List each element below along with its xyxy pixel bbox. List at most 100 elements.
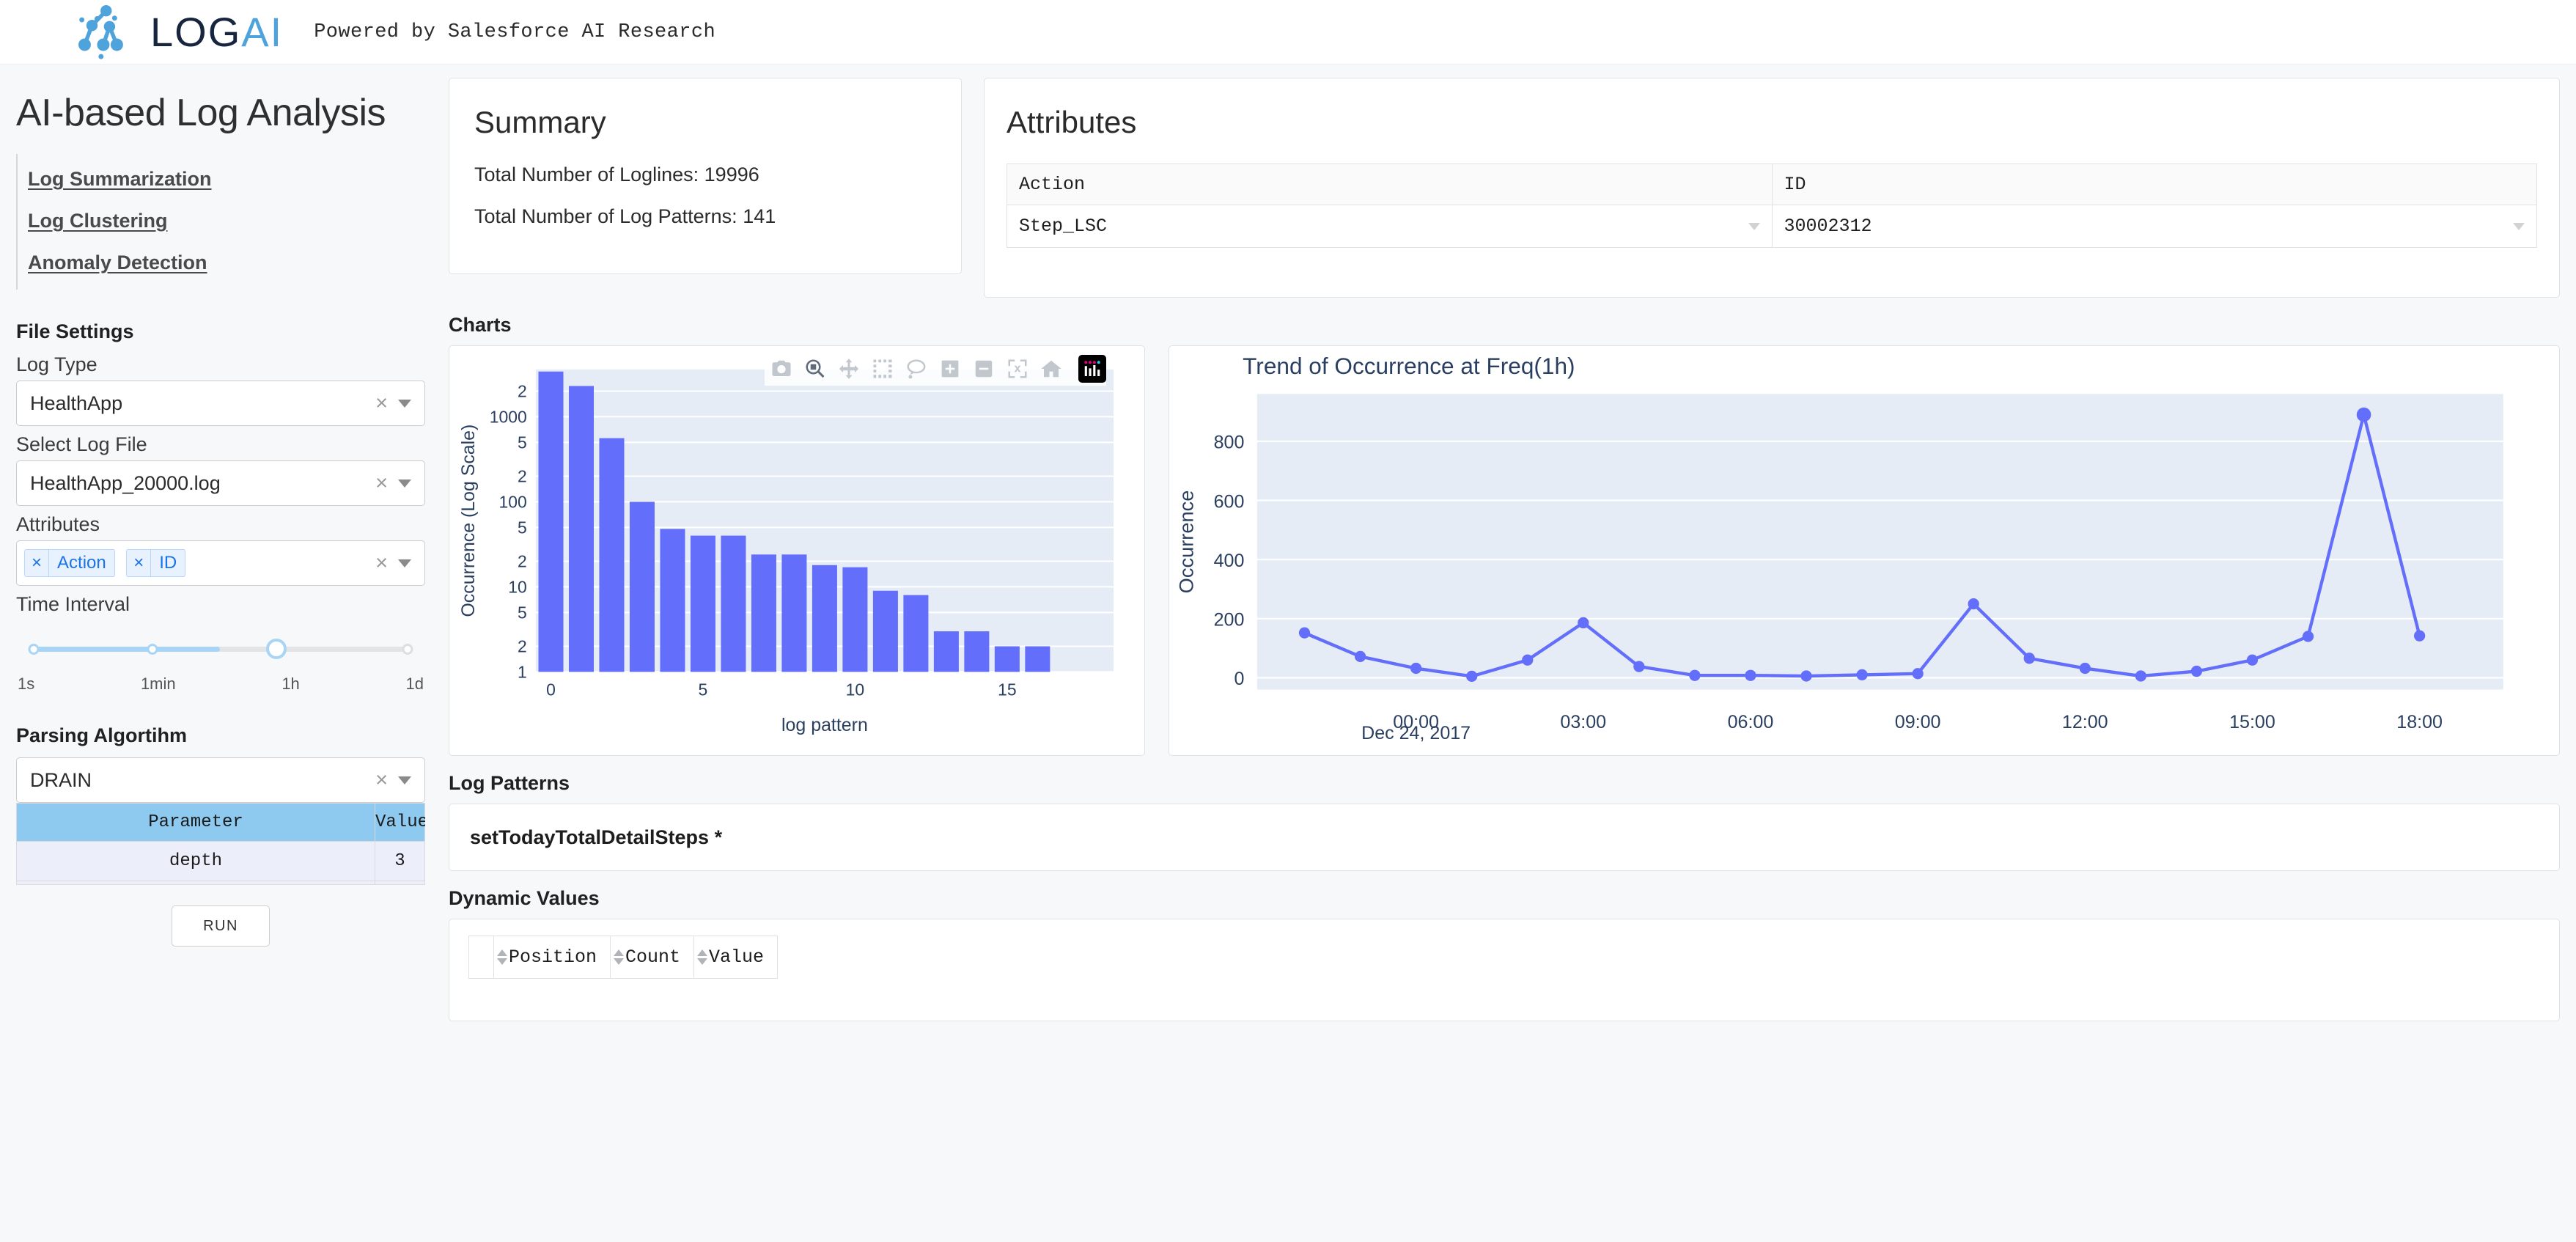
data-point[interactable] [2080,663,2091,674]
zoom-out-icon[interactable] [967,352,1001,386]
zoom-select-icon[interactable] [798,352,832,386]
remove-tag-icon[interactable]: × [127,550,151,576]
data-point[interactable] [1522,655,1533,666]
plotly-modebar[interactable] [765,352,1106,386]
attribute-id-dropdown[interactable]: 30002312 [1772,205,2537,248]
trend-line-chart[interactable]: 0200400600800 00:0003:0006:0009:0012:001… [1169,346,2559,756]
data-point[interactable] [1299,628,1310,639]
column-header-position[interactable]: Position [494,936,611,979]
chevron-down-icon[interactable] [2513,223,2525,230]
chevron-down-icon[interactable] [398,559,411,567]
line-x-tick: 18:00 [2396,712,2443,732]
home-icon[interactable] [1034,352,1068,386]
bar[interactable] [630,501,655,672]
bar[interactable] [873,591,898,672]
chevron-down-icon[interactable] [398,479,411,488]
logo-text-ai: AI [241,8,283,56]
column-header-value: Value [375,804,425,842]
clear-icon[interactable]: × [371,551,398,576]
data-point[interactable] [2414,631,2425,642]
remove-tag-icon[interactable]: × [25,550,49,576]
data-point[interactable] [2191,666,2202,677]
bar[interactable] [842,567,867,672]
bar-y-tick: 5 [518,603,527,622]
box-select-icon[interactable] [866,352,899,386]
attribute-tag[interactable]: × Action [24,549,115,577]
data-point[interactable] [1856,669,1867,680]
sort-icon[interactable] [497,949,507,965]
data-point[interactable] [1410,663,1421,674]
data-point[interactable] [2357,408,2371,422]
attribute-action-dropdown[interactable]: Step_LSC [1007,205,1773,248]
bar[interactable] [995,646,1020,672]
bar[interactable] [934,631,959,672]
data-point[interactable] [1745,670,1756,681]
clear-icon[interactable]: × [371,392,398,416]
clear-icon[interactable]: × [371,768,398,793]
column-header-count[interactable]: Count [611,936,694,979]
data-point[interactable] [1689,670,1700,681]
bar[interactable] [964,631,989,672]
sort-icon[interactable] [697,949,707,965]
attribute-tags: × Action × ID [24,549,371,577]
sort-icon[interactable] [614,949,624,965]
run-button[interactable]: RUN [172,905,270,947]
log-type-select[interactable]: HealthApp × [16,381,425,426]
data-point[interactable] [1800,670,1811,681]
slider-tick-labels: 1s 1min 1h 1d [18,675,424,694]
bar[interactable] [691,536,715,672]
bar[interactable] [1025,646,1050,672]
bar[interactable] [569,386,594,672]
attributes-multiselect[interactable]: × Action × ID × [16,540,425,586]
bar[interactable] [781,554,806,672]
data-point[interactable] [1912,668,1923,679]
plotly-logo-icon[interactable] [1078,355,1106,383]
column-header-value[interactable]: Value [694,936,778,979]
time-interval-slider[interactable] [21,636,421,670]
attribute-tag[interactable]: × ID [126,549,185,577]
data-point[interactable] [1578,617,1589,628]
log-file-select[interactable]: HealthApp_20000.log × [16,460,425,506]
pan-icon[interactable] [832,352,866,386]
camera-icon[interactable] [765,352,798,386]
bar[interactable] [660,529,685,672]
bar[interactable] [538,372,563,672]
slider-mark-1s[interactable] [29,644,40,655]
attribute-tag-label: ID [151,550,185,576]
bar[interactable] [812,565,837,672]
chevron-down-icon[interactable] [398,400,411,408]
bar[interactable] [903,595,928,672]
line-y-tick: 600 [1214,491,1245,512]
data-point[interactable] [2024,653,2035,664]
bar[interactable] [721,536,746,672]
bar-x-tick: 10 [846,680,865,699]
chevron-down-icon[interactable] [398,776,411,784]
lasso-select-icon[interactable] [899,352,933,386]
log-pattern-bar-chart[interactable]: 12510251002510002 051015 log pattern Occ… [449,346,1144,755]
sidebar-item-anomaly-detection[interactable]: Anomaly Detection [28,242,425,284]
zoom-in-icon[interactable] [933,352,967,386]
parsing-algorithm-select[interactable]: DRAIN × [16,757,425,803]
slider-tick-1min: 1min [141,675,176,694]
bar[interactable] [751,554,776,672]
sidebar-item-log-clustering[interactable]: Log Clustering [28,200,425,242]
slider-tick-1h: 1h [281,675,299,694]
data-point[interactable] [1466,671,1477,682]
slider-mark-1d[interactable] [402,644,413,655]
data-point[interactable] [2247,655,2258,666]
data-point[interactable] [1633,661,1644,672]
chevron-down-icon[interactable] [1748,223,1760,230]
autoscale-icon[interactable] [1001,352,1034,386]
clear-icon[interactable]: × [371,471,398,496]
log-pattern-row[interactable]: setTodayTotalDetailSteps * [449,804,2560,871]
data-point[interactable] [2135,670,2146,681]
slider-mark-1min[interactable] [147,644,158,655]
data-point[interactable] [1968,598,1979,609]
bar[interactable] [599,438,624,672]
data-point[interactable] [1355,651,1366,662]
data-point[interactable] [2303,631,2314,642]
sidebar-item-log-summarization[interactable]: Log Summarization [28,158,425,200]
slider-handle-1h[interactable] [266,639,287,659]
bar-y-tick: 5 [518,518,527,537]
main-content: Summary Total Number of Loglines: 19996 … [440,65,2576,1242]
